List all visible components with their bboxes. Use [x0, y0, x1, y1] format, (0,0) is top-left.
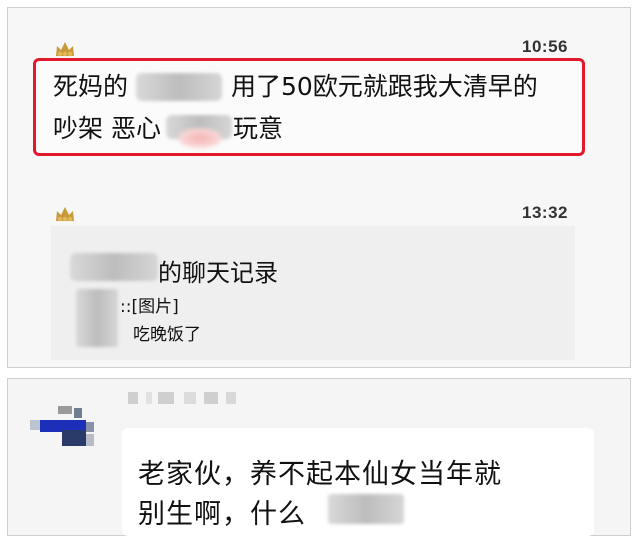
crown-avatar-icon[interactable]	[54, 40, 76, 58]
redacted-blur	[328, 494, 404, 524]
message-text: 死妈的	[53, 72, 129, 101]
redacted-blur	[136, 73, 222, 101]
message-text: 用了50欧元就跟我大清早的	[231, 72, 538, 101]
chat-record-title: 的聊天记录	[158, 259, 278, 287]
chat-record-item: ::[图片]	[120, 297, 179, 317]
message-text: 吵架 恶心	[53, 114, 161, 143]
message-time: 13:32	[522, 203, 568, 222]
reply-text: 老家伙，养不起本仙女当年就	[138, 459, 502, 490]
redacted-username	[128, 392, 238, 406]
user-avatar[interactable]	[30, 406, 94, 450]
crown-avatar-icon[interactable]	[54, 205, 76, 223]
chat-record-item: 吃晚饭了	[133, 325, 201, 345]
redacted-blur	[178, 128, 222, 148]
message-text: 玩意	[233, 114, 284, 143]
redacted-blur	[76, 289, 118, 347]
message-time: 10:56	[522, 37, 568, 56]
reply-text: 别生啊，什么	[138, 499, 306, 530]
redacted-blur	[70, 253, 158, 281]
